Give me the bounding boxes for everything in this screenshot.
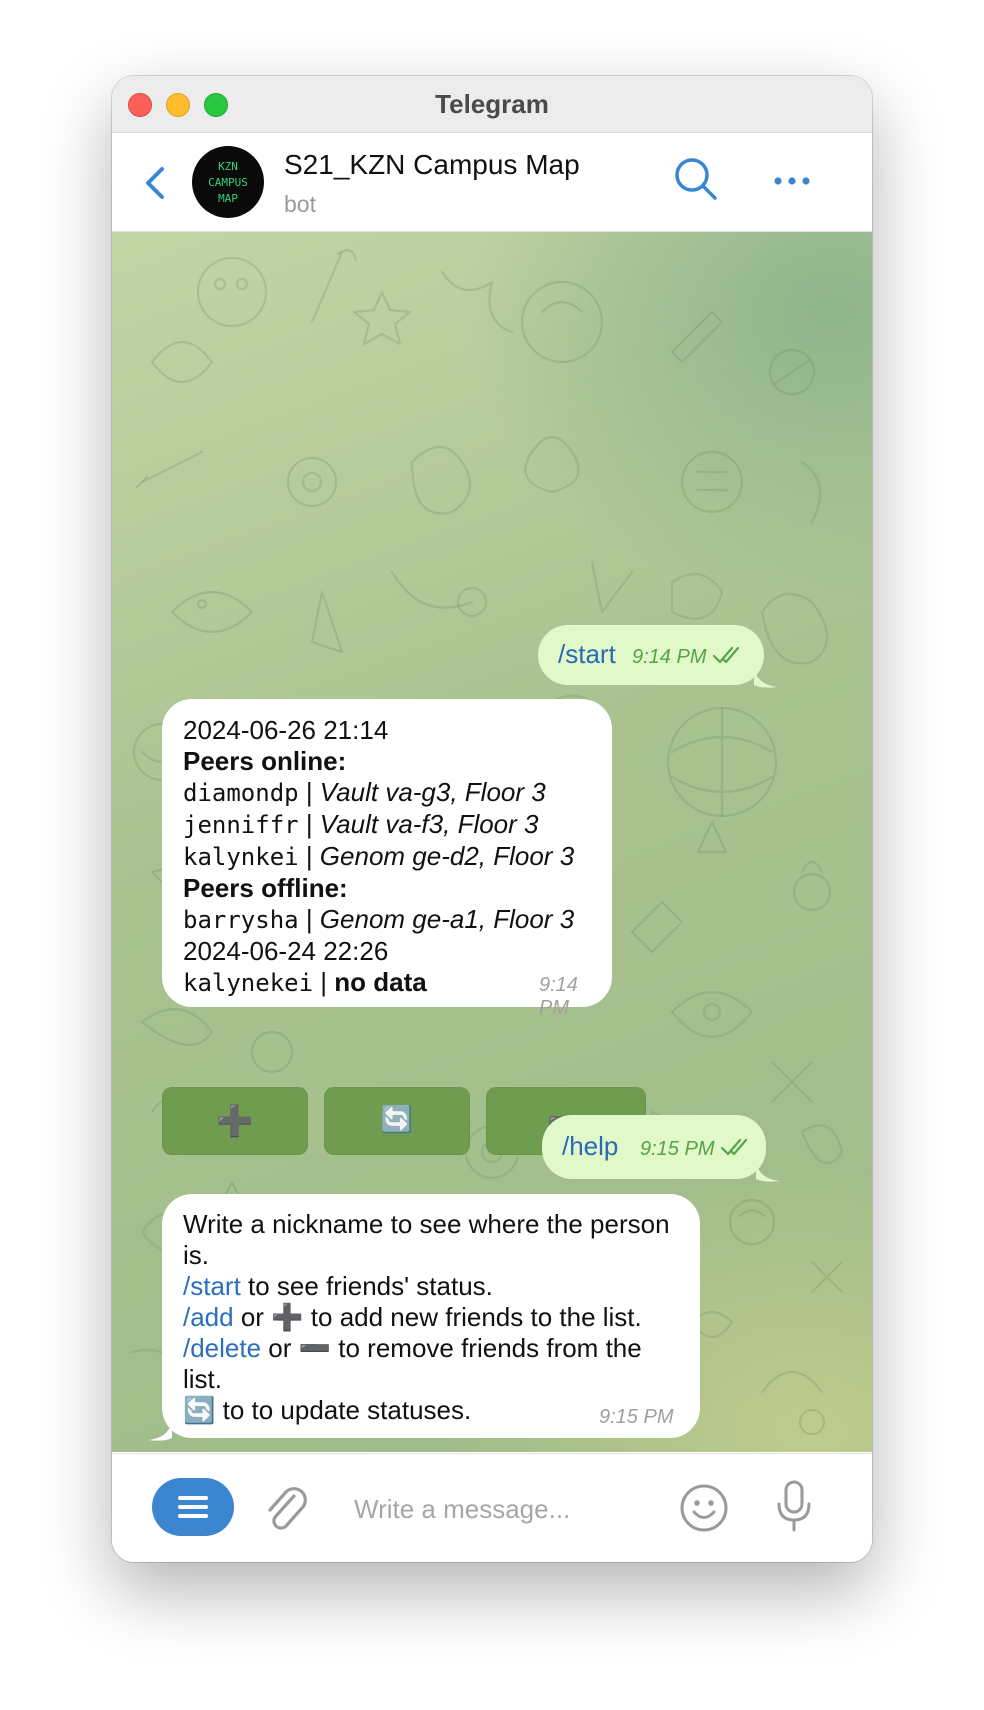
refresh-icon: 🔄 [380,1104,414,1134]
help-or: or [233,1302,272,1332]
help-or: or [261,1333,299,1363]
emoji-button[interactable] [678,1482,730,1534]
peer-row: jenniffr | Vault va-f3, Floor 3 [183,809,603,841]
smiley-icon [680,1484,728,1532]
more-dots-icon [774,177,810,185]
peer-separator: | [298,809,320,839]
message-help[interactable]: /help 9:15 PM [542,1115,766,1179]
plus-icon: ➕ [216,1105,254,1138]
delete-command-link[interactable]: /delete [183,1333,261,1363]
add-friend-button[interactable]: ➕ [162,1087,308,1155]
double-check-icon [712,646,740,664]
online-header: Peers online: [183,746,347,776]
peer-separator: | [298,777,320,807]
avatar-line: MAP [218,192,238,205]
peer-nick[interactable]: jenniffr [183,811,299,839]
bot-avatar[interactable]: KZN CAMPUS MAP [192,146,264,218]
help-line-add: /add or ➕ to add new friends to the list… [183,1302,683,1333]
start-command-link[interactable]: /start [183,1271,241,1301]
search-icon [675,158,717,200]
status-report-body: 2024-06-26 21:14 Peers online: diamondp … [183,715,603,999]
message-start[interactable]: /start 9:14 PM [538,625,764,685]
telegram-window: Telegram KZN CAMPUS MAP S21_KZN Campus M… [112,76,872,1562]
peer-row: barrysha | Genom ge-a1, Floor 3 [183,904,603,936]
chat-name[interactable]: S21_KZN Campus Map [284,149,580,181]
message-input[interactable] [352,1488,656,1530]
help-reply-body: Write a nickname to see where the person… [183,1209,683,1426]
menu-line-icon [178,1505,208,1509]
avatar-line: CAMPUS [208,176,248,189]
help-line-start: /start to see friends' status. [183,1271,683,1302]
microphone-icon [777,1480,811,1532]
bot-menu-button[interactable] [152,1478,234,1536]
help-line-delete: /delete or ➖ to remove friends from the … [183,1333,683,1395]
peer-nick[interactable]: kalynekei [183,969,313,997]
peer-location: Genom ge-a1, Floor 3 [319,904,575,934]
message-time: 9:15 PM [640,1138,715,1160]
peer-nick[interactable]: barrysha [183,906,299,934]
help-desc: to to update statuses. [215,1395,472,1425]
peer-location: Vault va-g3, Floor 3 [319,777,546,807]
add-command-link[interactable]: /add [183,1302,234,1332]
title-bar: Telegram [112,76,872,133]
menu-line-icon [178,1496,208,1500]
message-status-report[interactable]: 2024-06-26 21:14 Peers online: diamondp … [162,699,612,1019]
peer-separator: | [313,967,335,997]
plus-icon: ➕ [271,1302,304,1332]
minus-icon: ➖ [298,1333,332,1363]
message-composer [112,1453,872,1562]
paperclip-icon [268,1487,307,1530]
peer-row: diamondp | Vault va-g3, Floor 3 [183,777,603,809]
peer-nick[interactable]: kalynkei [183,843,299,871]
peer-nick[interactable]: diamondp [183,779,299,807]
attach-button[interactable] [262,1482,310,1534]
message-time: 9:14 PM [539,974,578,1019]
voice-message-button[interactable] [774,1478,814,1536]
peer-separator: | [298,904,320,934]
peer-row: kalynkei | Genom ge-d2, Floor 3 [183,841,603,873]
message-time: 9:15 PM [599,1406,674,1428]
offline-header: Peers offline: [183,873,348,903]
bubble-tail [148,1422,172,1441]
peer-separator: | [298,841,320,871]
avatar-line: KZN [218,160,238,173]
chat-subtitle: bot [284,191,316,217]
help-desc: to add new friends to the list. [303,1302,642,1332]
more-options-button[interactable] [772,163,812,199]
peer-location: Vault va-f3, Floor 3 [319,809,539,839]
back-button[interactable] [142,163,168,203]
message-text: /help [562,1131,619,1161]
last-seen-date: 2024-06-24 22:26 [183,936,389,966]
menu-line-icon [178,1514,208,1518]
help-desc: to see friends' status. [240,1271,493,1301]
bubble-tail [754,669,778,688]
bubble-tail [756,1163,780,1182]
help-intro: Write a nickname to see where the person… [183,1209,670,1270]
refresh-icon: 🔄 [183,1395,216,1425]
peer-location: Genom ge-d2, Floor 3 [319,841,575,871]
search-button[interactable] [673,156,719,202]
message-text: /start [558,639,616,669]
no-data-label: no data [334,967,427,997]
chat-area[interactable]: /start 9:14 PM 2024-06-26 21:14 Peers on… [112,232,872,1452]
chat-header: KZN CAMPUS MAP S21_KZN Campus Map bot [112,133,872,232]
window-title: Telegram [435,89,549,119]
report-date: 2024-06-26 21:14 [183,715,389,745]
message-time: 9:14 PM [632,646,707,668]
double-check-icon [720,1138,748,1156]
message-help-reply[interactable]: Write a nickname to see where the person… [162,1194,700,1438]
refresh-button[interactable]: 🔄 [324,1087,470,1155]
chevron-left-icon [146,167,164,199]
